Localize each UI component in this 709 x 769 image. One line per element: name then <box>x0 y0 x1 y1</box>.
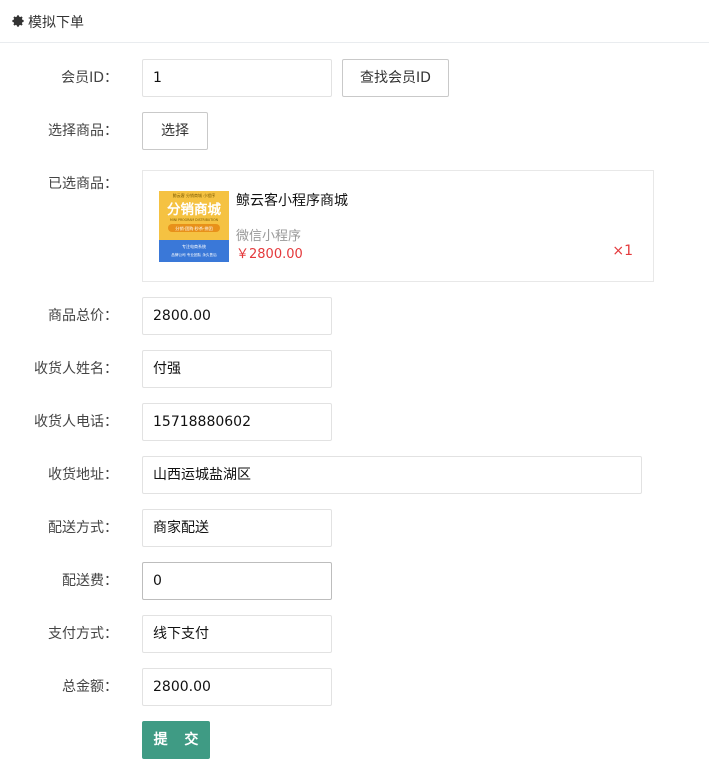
receiver-phone-input[interactable]: 15718880602 <box>142 403 332 441</box>
page-header: 模拟下单 <box>0 0 709 43</box>
payment-method-input[interactable]: 线下支付 <box>142 615 332 653</box>
gear-icon <box>12 15 24 27</box>
selected-product-card: 鲸云客 分销商城 小程序 分销商城 MINI PROGRAM DISTRIBUT… <box>142 170 654 282</box>
thumb-band1: 专注电商系统 <box>182 243 206 249</box>
delivery-fee-label: 配送费： <box>62 573 118 589</box>
thumb-top-text: 鲸云客 分销商城 小程序 <box>173 192 216 198</box>
payment-method-label: 支付方式： <box>48 626 118 642</box>
select-product-button[interactable]: 选择 <box>142 112 208 150</box>
product-thumbnail: 鲸云客 分销商城 小程序 分销商城 MINI PROGRAM DISTRIBUT… <box>159 191 229 262</box>
find-member-button[interactable]: 查找会员ID <box>342 59 449 97</box>
total-amount-input[interactable]: 2800.00 <box>142 668 332 706</box>
thumb-tags: 分销·团购·秒杀·拼团 <box>175 225 213 232</box>
delivery-fee-input[interactable]: 0 <box>142 562 332 600</box>
selected-products-label: 已选商品： <box>48 176 118 192</box>
total-goods-price-input[interactable]: 2800.00 <box>142 297 332 335</box>
receiver-address-input[interactable]: 山西运城盐湖区 <box>142 456 642 494</box>
receiver-name-input[interactable]: 付强 <box>142 350 332 388</box>
thumb-headline: 分销商城 <box>167 201 221 218</box>
receiver-name-label: 收货人姓名： <box>34 361 118 377</box>
total-amount-label: 总金额： <box>62 679 118 695</box>
receiver-address-label: 收货地址： <box>48 467 118 483</box>
thumb-band2: 品牌公司 专业团队 永久售后 <box>171 252 217 257</box>
receiver-phone-label: 收货人电话： <box>34 414 118 430</box>
thumb-subline: MINI PROGRAM DISTRIBUTION <box>170 218 219 222</box>
member-id-label: 会员ID： <box>61 70 118 86</box>
product-thumbnail-image: 鲸云客 分销商城 小程序 分销商城 MINI PROGRAM DISTRIBUT… <box>159 191 229 262</box>
product-quantity: ×1 <box>612 243 633 259</box>
submit-button[interactable]: 提 交 <box>142 721 210 759</box>
select-product-label: 选择商品： <box>48 123 118 139</box>
delivery-method-label: 配送方式： <box>48 520 118 536</box>
member-id-input[interactable]: 1 <box>142 59 332 97</box>
product-type: 微信小程序 <box>236 229 302 244</box>
total-goods-price-label: 商品总价： <box>48 308 118 324</box>
page-title: 模拟下单 <box>28 15 84 31</box>
product-price: ￥2800.00 <box>236 247 303 262</box>
product-name: 鲸云客小程序商城 <box>236 193 348 209</box>
delivery-method-input[interactable]: 商家配送 <box>142 509 332 547</box>
